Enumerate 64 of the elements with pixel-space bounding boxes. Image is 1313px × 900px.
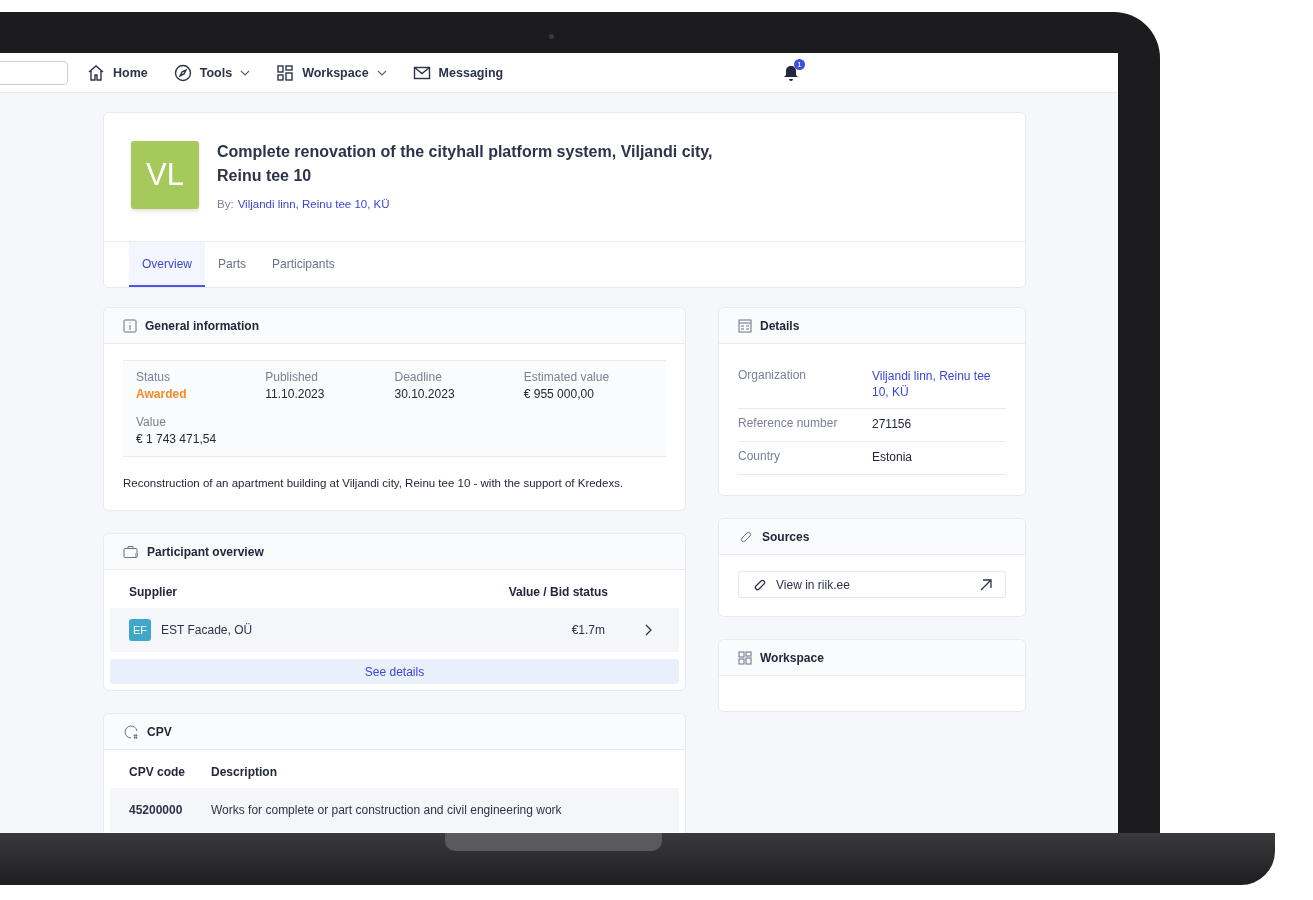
field-label: Value xyxy=(136,415,167,429)
home-icon xyxy=(87,63,105,82)
camera-dot xyxy=(549,34,554,39)
field-label: Published xyxy=(265,370,319,384)
caret-icon xyxy=(240,69,251,76)
field-value: 11.10.2023 xyxy=(265,387,326,401)
bell-icon[interactable] xyxy=(784,65,798,81)
chevron-right-icon xyxy=(645,624,652,636)
field-value: 30.10.2023 xyxy=(394,387,456,401)
detail-label: Country xyxy=(738,449,782,465)
see-details-button[interactable]: See details xyxy=(110,659,679,684)
caret-icon xyxy=(376,69,387,76)
briefcase-icon xyxy=(123,544,139,559)
card-title: Workspace xyxy=(760,650,824,665)
organization-avatar: VL xyxy=(131,141,199,209)
link-icon xyxy=(738,529,754,544)
supplier-avatar: EF xyxy=(129,619,151,641)
column-header: Supplier xyxy=(129,585,177,599)
field-value: € 1 743 471,54 xyxy=(136,432,218,446)
nav-item[interactable]: Home xyxy=(87,63,148,82)
tab[interactable]: Participants xyxy=(259,242,348,287)
card-title: CPV xyxy=(147,724,172,739)
column-header: CPV code xyxy=(129,765,186,779)
detail-label: Reference number xyxy=(738,416,839,432)
by-label: By: xyxy=(217,198,234,210)
supplier-row[interactable]: EF EST Facade, OÜ €1.7m xyxy=(110,608,679,652)
card-title: Details xyxy=(760,318,800,333)
organization-link[interactable]: Viljandi linn, Reinu tee 10, KÜ xyxy=(872,368,1006,400)
field-label: Deadline xyxy=(394,370,443,384)
column-header: Value / Bid status xyxy=(508,585,608,599)
arrow-up-right-icon xyxy=(980,578,992,591)
field-label: Status xyxy=(136,370,172,384)
field-label: Estimated value xyxy=(523,370,611,384)
tab[interactable]: Parts xyxy=(205,242,260,287)
detail-label: Organization xyxy=(738,368,808,384)
circle-hash-icon xyxy=(123,723,139,740)
cpv-description: Works for complete or part construction and civil engineering work xyxy=(211,803,562,817)
supplier-name: EST Facade, OÜ xyxy=(161,623,254,637)
column-header: Description xyxy=(211,765,277,779)
grid-icon xyxy=(738,650,752,665)
nav-item[interactable]: Messaging xyxy=(412,63,504,82)
notification-badge: 1 xyxy=(794,59,805,70)
tab[interactable]: Overview xyxy=(129,242,205,287)
source-link[interactable]: View in riik.ee xyxy=(738,571,1006,598)
nav-item[interactable]: Workspace xyxy=(276,63,387,82)
detail-value: 271156 xyxy=(872,416,913,433)
table-icon xyxy=(738,318,752,333)
field-value: Awarded xyxy=(136,387,188,401)
grid-icon xyxy=(276,63,295,82)
card-title: Participant overview xyxy=(147,544,264,559)
card-title: General information xyxy=(145,318,260,333)
card-title: Sources xyxy=(762,529,810,544)
link-icon xyxy=(752,577,768,592)
search-field[interactable] xyxy=(0,60,68,85)
nav-item[interactable]: Tools xyxy=(173,63,251,82)
field-value: € 955 000,00 xyxy=(523,387,595,401)
cpv-code: 45200000 xyxy=(129,803,184,817)
description-text: Reconstruction of an apartment building at Viljandi city, Reinu tee 10 - with the support of Kredexs. xyxy=(123,477,625,489)
organization-link[interactable]: Viljandi linn, Reinu tee 10, KÜ xyxy=(237,198,390,210)
page-title: Complete renovation of the cityhall platform system, Viljandi city, Reinu tee 10 xyxy=(217,142,714,186)
detail-value: Estonia xyxy=(872,449,914,466)
bid-value: €1.7m xyxy=(571,623,605,637)
info-icon xyxy=(123,318,137,333)
compass-icon xyxy=(173,63,192,82)
